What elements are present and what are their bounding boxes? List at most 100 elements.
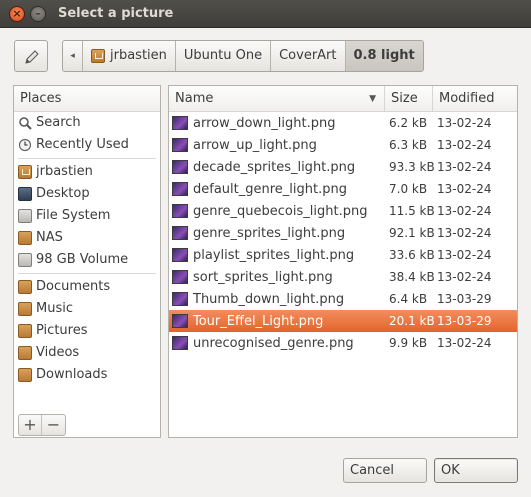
desktop-icon <box>18 187 32 201</box>
minimize-button[interactable]: – <box>30 6 46 22</box>
file-name: Tour_Effel_Light.png <box>193 313 324 329</box>
file-name-cell: playlist_sprites_light.png <box>169 248 385 263</box>
file-row[interactable]: Thumb_down_light.png 6.4 kB 13-03-29 <box>169 288 517 310</box>
file-modified: 13-02-24 <box>437 160 492 174</box>
breadcrumb-item-ubuntu-one[interactable]: Ubuntu One <box>176 41 272 71</box>
file-name: default_genre_light.png <box>193 181 347 197</box>
places-item[interactable]: File System <box>14 205 160 227</box>
places-item[interactable]: Documents <box>14 276 160 298</box>
breadcrumb-label: Ubuntu One <box>183 48 263 63</box>
file-row[interactable]: default_genre_light.png 7.0 kB 13-02-24 <box>169 178 517 200</box>
places-item[interactable]: Recently Used <box>14 134 160 156</box>
file-name: Thumb_down_light.png <box>193 291 345 307</box>
image-file-icon <box>172 182 188 196</box>
file-name: arrow_up_light.png <box>193 137 317 153</box>
column-label: Name <box>175 91 214 106</box>
breadcrumb-item-home[interactable]: jrbastien <box>83 41 176 71</box>
places-item[interactable]: Downloads <box>14 364 160 386</box>
places-item[interactable]: NAS <box>14 227 160 249</box>
location-edit-button[interactable] <box>14 40 48 72</box>
places-item-label: Desktop <box>36 186 90 201</box>
file-name-cell: decade_sprites_light.png <box>169 160 385 175</box>
chevron-left-icon: ◂ <box>70 51 75 61</box>
dialog-body: ◂ jrbastien Ubuntu One CoverArt 0.8 ligh… <box>0 28 531 497</box>
window-title: Select a picture <box>58 6 174 21</box>
breadcrumb-back-button[interactable]: ◂ <box>63 41 83 71</box>
folder-icon <box>18 280 32 294</box>
places-header: Places <box>14 86 160 112</box>
file-list: Name ▼ Size Modified arrow_down_light.pn… <box>168 85 518 438</box>
places-separator <box>18 273 156 274</box>
file-size: 11.5 kB <box>389 204 435 218</box>
image-file-icon <box>172 270 188 284</box>
file-size: 6.2 kB <box>389 116 428 130</box>
breadcrumb-label: jrbastien <box>110 48 167 63</box>
breadcrumb-item-current[interactable]: 0.8 light <box>345 41 423 71</box>
file-size: 6.3 kB <box>389 138 428 152</box>
file-name-cell: unrecognised_genre.png <box>169 336 385 351</box>
file-row[interactable]: genre_quebecois_light.png 11.5 kB 13-02-24 <box>169 200 517 222</box>
places-item[interactable]: jrbastien <box>14 161 160 183</box>
breadcrumb-label: 0.8 light <box>353 48 415 63</box>
file-name: decade_sprites_light.png <box>193 159 356 175</box>
file-name: genre_quebecois_light.png <box>193 203 368 219</box>
file-row[interactable]: Tour_Effel_Light.png 20.1 kB 13-03-29 <box>169 310 517 332</box>
places-item[interactable]: Desktop <box>14 183 160 205</box>
file-name-cell: default_genre_light.png <box>169 182 385 197</box>
file-modified: 13-02-24 <box>437 204 492 218</box>
breadcrumb-item-coverart[interactable]: CoverArt <box>271 41 346 71</box>
file-modified: 13-02-24 <box>437 182 492 196</box>
clock-icon <box>18 138 32 152</box>
file-row[interactable]: genre_sprites_light.png 92.1 kB 13-02-24 <box>169 222 517 244</box>
image-file-icon <box>172 314 188 328</box>
image-file-icon <box>172 116 188 130</box>
breadcrumb: ◂ jrbastien Ubuntu One CoverArt 0.8 ligh… <box>62 40 424 72</box>
file-name-cell: genre_quebecois_light.png <box>169 204 385 219</box>
places-item-label: Recently Used <box>36 137 129 152</box>
ok-button[interactable]: OK <box>434 458 518 483</box>
places-item[interactable]: Music <box>14 298 160 320</box>
file-row[interactable]: decade_sprites_light.png 93.3 kB 13-02-24 <box>169 156 517 178</box>
places-item-label: NAS <box>36 230 63 245</box>
file-size: 20.1 kB <box>389 314 435 328</box>
places-item-label: Search <box>36 115 81 130</box>
places-item[interactable]: 98 GB Volume <box>14 249 160 271</box>
file-row[interactable]: unrecognised_genre.png 9.9 kB 13-02-24 <box>169 332 517 354</box>
cancel-button[interactable]: Cancel <box>343 458 427 483</box>
file-size: 33.6 kB <box>389 248 435 262</box>
places-separator <box>18 158 156 159</box>
file-name: arrow_down_light.png <box>193 115 336 131</box>
column-header-modified[interactable]: Modified <box>433 86 517 111</box>
home-folder-icon <box>91 49 105 63</box>
home-folder-icon <box>18 165 32 179</box>
file-name-cell: arrow_down_light.png <box>169 116 385 131</box>
column-header-name[interactable]: Name ▼ <box>169 86 385 111</box>
file-modified: 13-02-24 <box>437 270 492 284</box>
image-file-icon <box>172 204 188 218</box>
close-icon: × <box>12 7 22 20</box>
places-item[interactable]: Search <box>14 112 160 134</box>
column-header-size[interactable]: Size <box>385 86 433 111</box>
add-bookmark-button[interactable]: + <box>19 415 43 435</box>
file-name-cell: sort_sprites_light.png <box>169 270 385 285</box>
close-button[interactable]: × <box>9 6 25 22</box>
places-item[interactable]: Pictures <box>14 320 160 342</box>
search-icon <box>19 117 32 130</box>
image-file-icon <box>172 336 188 350</box>
file-name-cell: Thumb_down_light.png <box>169 292 385 307</box>
remove-bookmark-button[interactable]: − <box>42 415 65 435</box>
file-name-cell: genre_sprites_light.png <box>169 226 385 241</box>
file-row[interactable]: playlist_sprites_light.png 33.6 kB 13-02-2… <box>169 244 517 266</box>
file-row[interactable]: arrow_down_light.png 6.2 kB 13-02-24 <box>169 112 517 134</box>
file-row[interactable]: sort_sprites_light.png 38.4 kB 13-02-24 <box>169 266 517 288</box>
file-modified: 13-03-29 <box>437 292 492 306</box>
title-bar: × – Select a picture <box>0 0 531 28</box>
file-row[interactable]: arrow_up_light.png 6.3 kB 13-02-24 <box>169 134 517 156</box>
places-panel: Places Search Recently Used jrbastien Deskt… <box>13 85 161 438</box>
drive-icon <box>18 209 32 223</box>
file-name-cell: arrow_up_light.png <box>169 138 385 153</box>
places-item[interactable]: Videos <box>14 342 160 364</box>
places-item-label: Pictures <box>36 323 88 338</box>
minimize-icon: – <box>35 7 41 20</box>
places-item-label: jrbastien <box>36 164 93 179</box>
